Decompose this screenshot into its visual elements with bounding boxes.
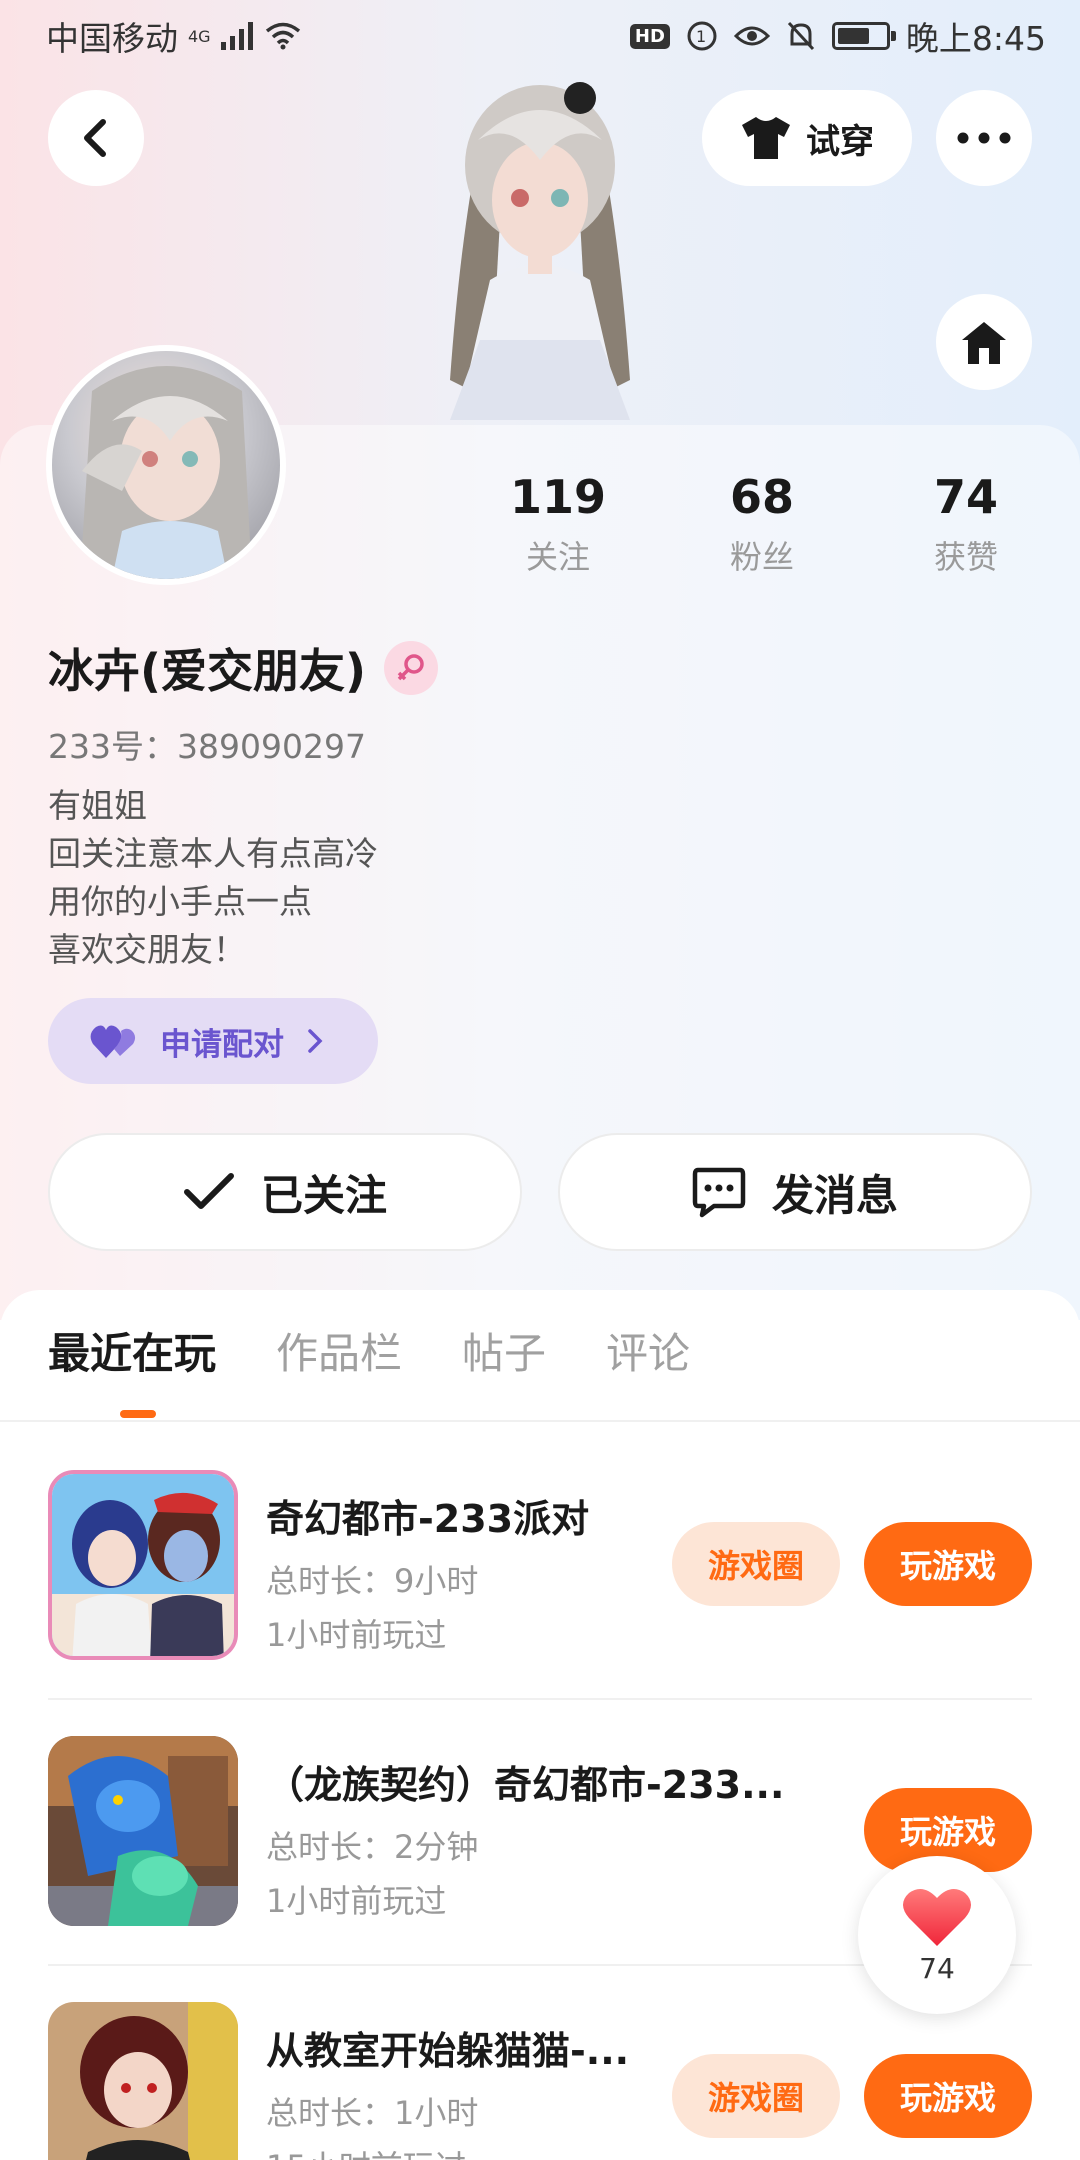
stat-likes-value: 74 — [933, 470, 998, 524]
send-message-label: 发消息 — [771, 1170, 898, 1220]
wifi-icon — [265, 22, 300, 50]
game-last-played: 15小时前玩过 — [266, 2142, 467, 2160]
stat-following[interactable]: 119 关注 — [458, 470, 658, 578]
eye-icon — [733, 26, 770, 46]
more-button[interactable] — [936, 90, 1032, 186]
game-circle-button[interactable]: 游戏圈 — [672, 1522, 840, 1606]
chevron-left-icon — [84, 119, 106, 157]
user-id: 233号：389090297 — [48, 727, 366, 766]
game-title: （龙族契约）奇幻都市-233... — [266, 1763, 785, 1807]
avatar[interactable] — [46, 345, 286, 585]
game-duration: 总时长：1小时 — [266, 2094, 479, 2132]
bio: 有姐姐 回关注意本人有点高冷 用你的小手点一点 喜欢交朋友！ — [48, 782, 378, 974]
back-button[interactable] — [48, 90, 144, 186]
game-art — [48, 2002, 238, 2160]
apply-match-button[interactable]: 申请配对 — [48, 998, 378, 1084]
game-title: 从教室开始躲猫猫-... — [266, 2029, 630, 2073]
row-divider — [48, 1698, 1032, 1700]
game-last-played: 1小时前玩过 — [266, 1882, 447, 1920]
try-on-label: 试穿 — [806, 121, 874, 162]
game-circle-button[interactable]: 游戏圈 — [672, 2054, 840, 2138]
avatar-3d-figure — [450, 82, 630, 420]
apply-match-label: 申请配对 — [160, 1026, 284, 1063]
followed-label: 已关注 — [260, 1170, 387, 1220]
battery-icon — [831, 22, 896, 50]
game-thumbnail[interactable] — [48, 2002, 238, 2160]
game-duration: 总时长：2分钟 — [266, 1828, 479, 1866]
game-thumbnail[interactable] — [48, 1736, 238, 1926]
hd-badge: HD — [629, 23, 670, 49]
check-icon — [183, 1173, 234, 1209]
list-item[interactable]: 奇幻都市-233派对 总时长：9小时 1小时前玩过 游戏圈 玩游戏 — [48, 1470, 1032, 1670]
tshirt-icon — [742, 117, 790, 159]
svg-text:1: 1 — [696, 27, 706, 46]
chat-bubble-icon — [692, 1167, 746, 1218]
try-on-button[interactable]: 试穿 — [702, 90, 912, 186]
like-floating-button[interactable]: 74 — [858, 1856, 1016, 2014]
game-art — [52, 1474, 234, 1656]
double-heart-icon — [90, 1025, 136, 1058]
carrier-label: 中国移动 — [46, 19, 178, 58]
mute-bell-icon — [787, 21, 814, 51]
home-icon — [962, 322, 1006, 364]
list-item[interactable]: 从教室开始躲猫猫-... 总时长：1小时 15小时前玩过 游戏圈 玩游戏 — [48, 2002, 1032, 2160]
tab-posts[interactable]: 帖子 — [462, 1320, 546, 1381]
stat-followers-label: 粉丝 — [729, 538, 794, 576]
tab-comments[interactable]: 评论 — [606, 1320, 690, 1381]
game-title: 奇幻都市-233派对 — [266, 1497, 590, 1541]
nickname-row: 冰卉(爱交朋友) — [48, 635, 439, 701]
game-last-played: 1小时前玩过 — [266, 1616, 447, 1654]
tab-recently-played[interactable]: 最近在玩 — [48, 1320, 216, 1381]
home-button[interactable] — [936, 294, 1032, 390]
followed-button[interactable]: 已关注 — [48, 1133, 522, 1251]
female-icon — [384, 641, 439, 695]
stat-likes[interactable]: 74 获赞 — [866, 470, 1066, 578]
game-duration: 总时长：9小时 — [266, 1562, 479, 1600]
avatar-portrait — [80, 366, 252, 579]
data-saver-icon: 1 — [687, 21, 717, 51]
signal-icon — [220, 22, 253, 50]
like-count: 74 — [919, 1951, 955, 1985]
clock: 晚上8:45 — [905, 19, 1046, 58]
play-game-button[interactable]: 玩游戏 — [864, 2054, 1032, 2138]
tab-works[interactable]: 作品栏 — [276, 1320, 402, 1381]
bio-line: 用你的小手点一点 — [48, 882, 312, 921]
bio-line: 回关注意本人有点高冷 — [48, 834, 378, 873]
stat-likes-label: 获赞 — [933, 538, 998, 576]
game-art — [48, 1736, 238, 1926]
game-thumbnail[interactable] — [48, 1470, 238, 1660]
play-game-button[interactable]: 玩游戏 — [864, 1522, 1032, 1606]
network-label: 4G — [188, 26, 211, 46]
nickname: 冰卉(爱交朋友) — [48, 644, 367, 698]
stat-followers-value: 68 — [729, 470, 794, 524]
tabs-divider — [0, 1420, 1080, 1422]
bio-line: 有姐姐 — [48, 786, 147, 825]
chevron-right-icon — [308, 1029, 323, 1053]
status-bar: 中国移动 4G HD 1 晚上8:45 — [0, 0, 1080, 72]
tab-indicator — [120, 1410, 156, 1418]
profile-tabs: 最近在玩 作品栏 帖子 评论 — [48, 1320, 690, 1381]
more-dots-icon — [957, 132, 1011, 144]
stat-following-label: 关注 — [525, 538, 590, 576]
stat-followers[interactable]: 68 粉丝 — [662, 470, 862, 578]
bio-line: 喜欢交朋友！ — [48, 930, 246, 969]
heart-icon — [903, 1888, 971, 1946]
send-message-button[interactable]: 发消息 — [558, 1133, 1032, 1251]
stat-following-value: 119 — [509, 470, 607, 524]
